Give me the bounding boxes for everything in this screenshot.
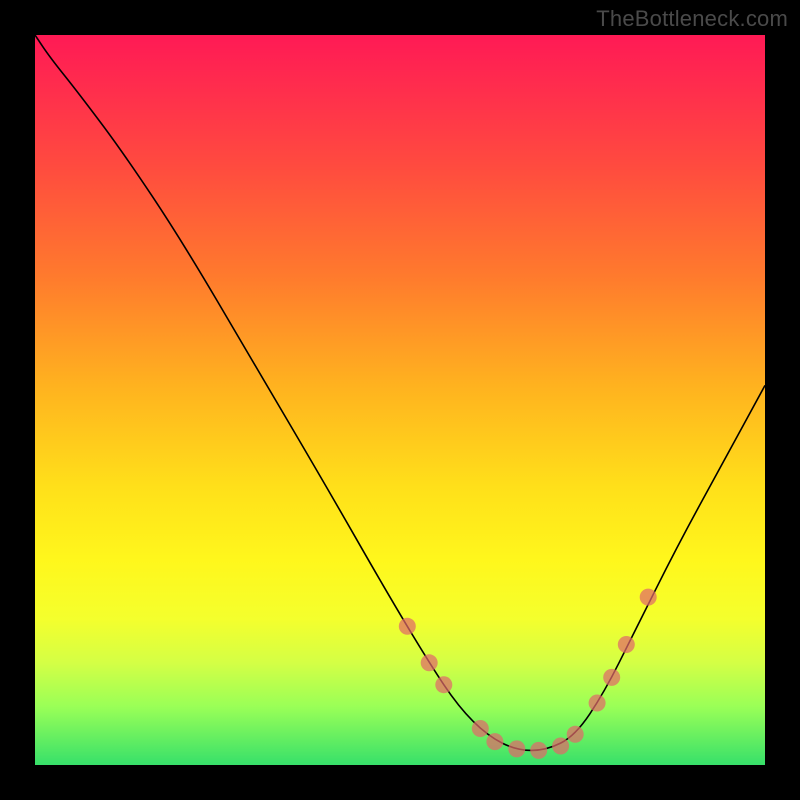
highlight-dot (567, 726, 584, 743)
highlight-dot (508, 740, 525, 757)
highlight-dot (399, 618, 416, 635)
highlight-dot (552, 738, 569, 755)
highlight-dot (530, 742, 547, 759)
highlight-dot (435, 676, 452, 693)
highlight-dot (603, 669, 620, 686)
highlight-dot (421, 654, 438, 671)
watermark-text: TheBottleneck.com (596, 6, 788, 32)
chart-svg (35, 35, 765, 765)
highlight-dot (640, 589, 657, 606)
highlight-dot (486, 733, 503, 750)
bottleneck-curve (35, 35, 765, 750)
highlight-dot (589, 695, 606, 712)
highlight-dot (472, 720, 489, 737)
chart-frame: TheBottleneck.com (0, 0, 800, 800)
plot-area (35, 35, 765, 765)
highlight-dot (618, 636, 635, 653)
